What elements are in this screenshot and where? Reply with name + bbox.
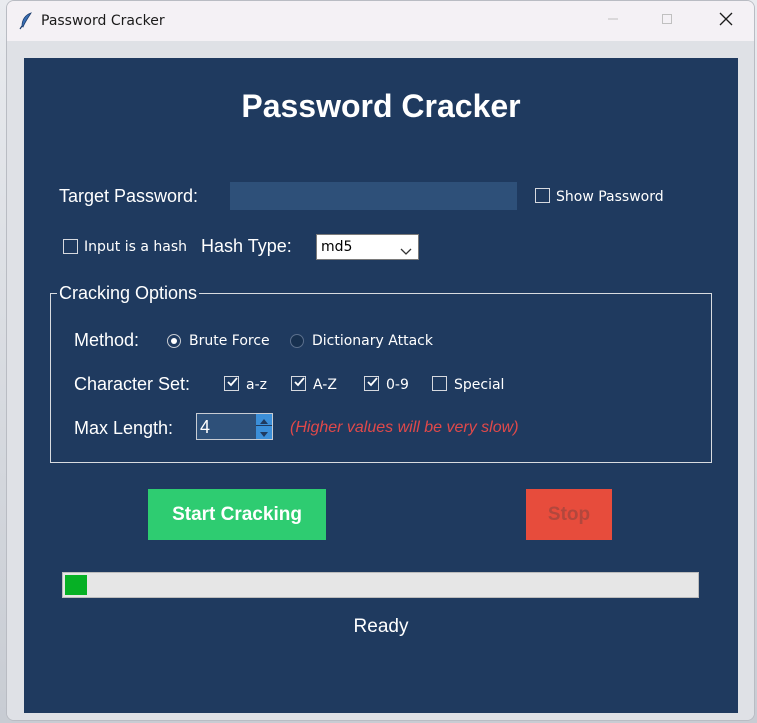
charset-digits-checkbox[interactable] <box>364 376 379 391</box>
app-window: Password Cracker Password Cracker Target… <box>6 0 755 721</box>
target-password-label: Target Password: <box>59 186 199 206</box>
brute-force-label: Brute Force <box>189 333 270 349</box>
input-is-hash-label: Input is a hash <box>84 239 187 255</box>
character-set-label: Character Set: <box>74 374 191 394</box>
spin-buttons <box>256 414 272 439</box>
progress-bar <box>62 572 699 598</box>
radio-dictionary-attack[interactable] <box>290 334 304 348</box>
checkmark-icon <box>293 375 306 393</box>
charset-special-label: Special <box>454 377 505 393</box>
start-cracking-button[interactable]: Start Cracking <box>148 489 326 540</box>
input-is-hash-checkbox[interactable] <box>63 239 78 254</box>
charset-special-checkbox[interactable] <box>432 376 447 391</box>
minimize-icon <box>607 12 619 30</box>
stop-button[interactable]: Stop <box>526 489 612 540</box>
radio-brute-force[interactable] <box>167 334 181 348</box>
checkmark-icon <box>226 375 239 393</box>
spin-down-button[interactable] <box>256 427 272 439</box>
hash-type-select[interactable]: md5 <box>316 234 419 260</box>
method-label: Method: <box>74 330 140 350</box>
max-length-spinbox[interactable]: 4 <box>196 413 273 440</box>
close-button[interactable] <box>703 1 749 41</box>
maximize-icon <box>661 12 673 30</box>
show-password-label: Show Password <box>556 189 664 205</box>
max-length-value: 4 <box>200 417 211 437</box>
chevron-down-icon <box>400 243 412 261</box>
client-area: Password Cracker Target Password: Show P… <box>7 41 754 720</box>
title-bar[interactable]: Password Cracker <box>7 1 754 41</box>
main-panel: Password Cracker Target Password: Show P… <box>24 58 738 713</box>
charset-lowercase-label: a-z <box>246 377 267 393</box>
feather-icon <box>19 12 35 30</box>
charset-lowercase-checkbox[interactable] <box>224 376 239 391</box>
spin-down-icon <box>260 424 268 442</box>
max-length-warning: (Higher values will be very slow) <box>290 419 519 436</box>
hash-type-value: md5 <box>321 239 353 255</box>
page-title: Password Cracker <box>241 88 521 124</box>
charset-uppercase-label: A-Z <box>313 377 337 393</box>
show-password-checkbox[interactable] <box>535 188 550 203</box>
max-length-label: Max Length: <box>74 418 174 438</box>
checkmark-icon <box>366 375 379 393</box>
charset-digits-label: 0-9 <box>386 377 409 393</box>
window-title: Password Cracker <box>41 13 165 29</box>
cracking-options-title: Cracking Options <box>57 283 200 304</box>
minimize-button[interactable] <box>590 1 636 41</box>
target-password-input[interactable] <box>230 182 517 210</box>
charset-uppercase-checkbox[interactable] <box>291 376 306 391</box>
dictionary-attack-label: Dictionary Attack <box>312 333 433 349</box>
hash-type-label: Hash Type: <box>201 236 292 256</box>
maximize-button[interactable] <box>644 1 690 41</box>
close-icon <box>719 12 733 31</box>
progress-bar-fill <box>65 575 87 595</box>
status-text: Ready <box>353 616 409 637</box>
